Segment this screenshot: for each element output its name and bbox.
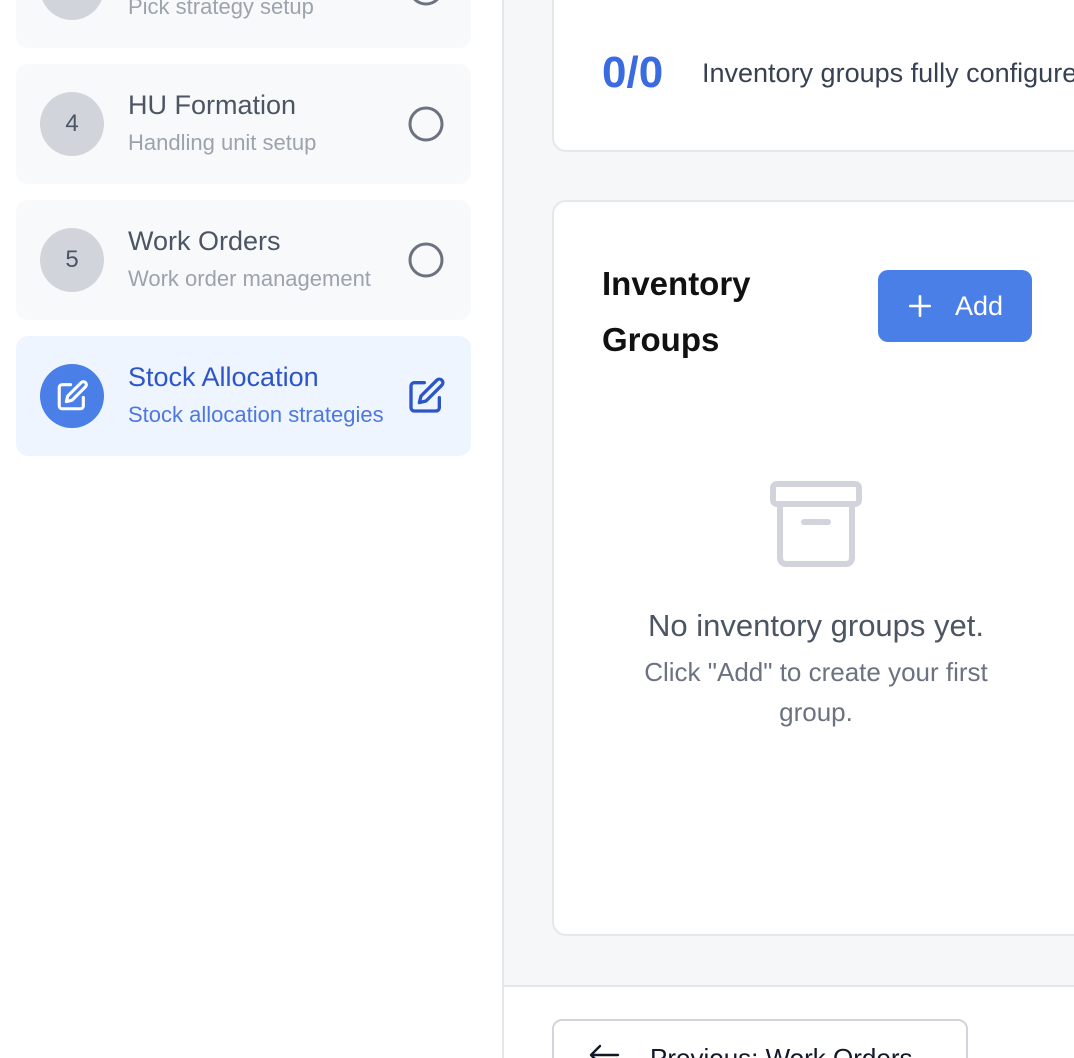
- add-button-label: Add: [954, 290, 1004, 321]
- wizard-sidebar: Pick strategy setup 4 HU Formation Handl…: [0, 0, 504, 1058]
- circle-outline-icon: [408, 106, 444, 142]
- step-title: Stock Allocation: [128, 362, 319, 392]
- step-number-badge: [40, 0, 104, 20]
- section-title: Inventory Groups: [602, 265, 751, 358]
- edit-icon: [57, 380, 88, 411]
- wizard-footer: Previous: Work Orders: [504, 985, 1074, 1058]
- step-title: Work Orders: [128, 226, 281, 256]
- circle-outline-icon: [408, 242, 444, 278]
- arrow-left-icon: [589, 1044, 620, 1058]
- empty-state-hint: Click "Add" to create your first group.: [644, 657, 988, 727]
- main-content: 0/0 Inventory groups fully configured In…: [504, 0, 1074, 985]
- progress-card: 0/0 Inventory groups fully configured: [552, 0, 1074, 152]
- step-stock-allocation[interactable]: Stock Allocation Stock allocation strate…: [16, 336, 471, 456]
- previous-step-button[interactable]: Previous: Work Orders: [552, 1019, 968, 1058]
- edit-icon: [409, 377, 445, 413]
- step-subtitle: Work order management: [128, 266, 371, 291]
- empty-state-title: No inventory groups yet.: [647, 608, 984, 643]
- step-title: HU Formation: [128, 90, 297, 120]
- step-number-badge: 5: [40, 228, 104, 292]
- step-subtitle: Pick strategy setup: [128, 0, 314, 19]
- progress-label: Inventory groups fully configured: [702, 58, 1074, 88]
- circle-outline-icon: [413, 0, 439, 6]
- step-pick-strategy[interactable]: Pick strategy setup: [16, 0, 471, 48]
- plus-icon: [908, 294, 932, 318]
- progress-count: 0/0: [602, 48, 664, 97]
- step-subtitle: Stock allocation strategies: [128, 402, 384, 427]
- step-edit-badge: [40, 364, 104, 428]
- archive-icon: [770, 481, 862, 567]
- step-number-badge: 4: [40, 92, 104, 156]
- step-subtitle: Handling unit setup: [128, 130, 317, 155]
- add-group-button[interactable]: Add: [878, 270, 1032, 342]
- step-work-orders[interactable]: 5 Work Orders Work order management: [16, 200, 471, 320]
- previous-button-label: Previous: Work Orders: [650, 1043, 913, 1058]
- inventory-groups-card: Inventory Groups Add No inventory groups…: [552, 200, 1074, 936]
- step-hu-formation[interactable]: 4 HU Formation Handling unit setup: [16, 64, 471, 184]
